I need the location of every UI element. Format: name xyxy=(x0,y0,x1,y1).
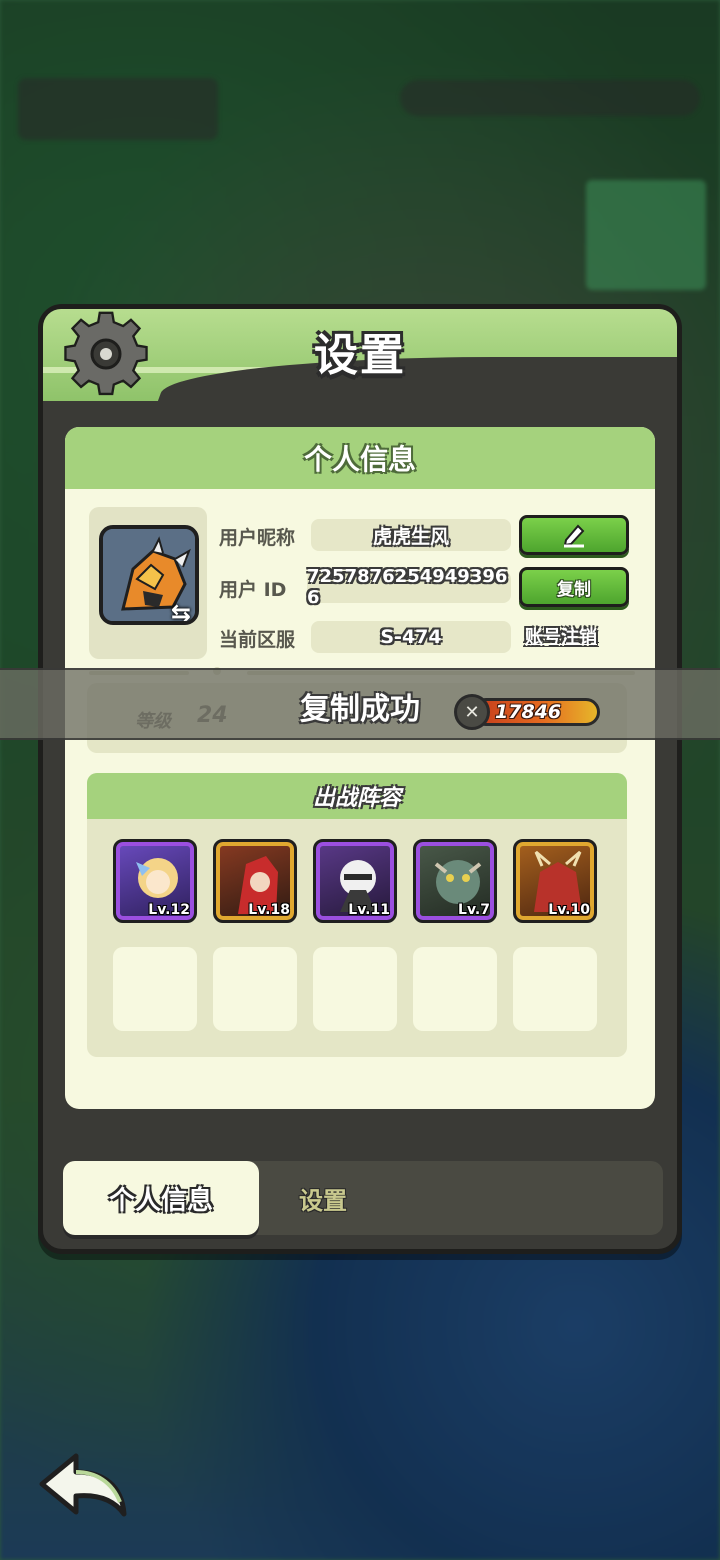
lineup-header: 出战阵容 xyxy=(87,773,627,819)
hero-card[interactable]: Lv.18 xyxy=(213,839,297,923)
hero-level: Lv.7 xyxy=(458,902,490,918)
hero-card[interactable]: Lv.7 xyxy=(413,839,497,923)
user-id-value: 7257876254949396​6 xyxy=(307,566,511,608)
profile-card: 个人信息 ⇆ 用户昵称 虎虎生风 用户 ID xyxy=(65,427,655,1109)
sword-icon: ✕ xyxy=(454,694,490,730)
power-badge: 17846 ✕ xyxy=(454,694,604,730)
avatar-frame[interactable]: ⇆ xyxy=(89,507,207,659)
back-arrow-icon xyxy=(39,1453,127,1517)
profile-section-header: 个人信息 xyxy=(65,427,655,489)
user-id-label: 用户 ID xyxy=(219,579,287,601)
tab-settings[interactable]: 设置 xyxy=(299,1181,439,1216)
nickname-value: 虎虎生风 xyxy=(311,519,511,551)
hero-level: Lv.11 xyxy=(348,902,390,918)
hero-card[interactable]: Lv.10 xyxy=(513,839,597,923)
hero-level: Lv.12 xyxy=(148,902,190,918)
pencil-icon xyxy=(563,524,585,548)
lineup-section: 出战阵容 Lv.12 Lv.18 Lv.11 Lv.7 Lv.10 xyxy=(87,773,627,1057)
empty-hero-slot[interactable] xyxy=(413,947,497,1031)
empty-hero-slot[interactable] xyxy=(513,947,597,1031)
blurred-currency-bar xyxy=(400,80,700,116)
power-value: 17846 xyxy=(472,698,600,726)
hero-row: Lv.12 Lv.18 Lv.11 Lv.7 Lv.10 xyxy=(113,839,597,923)
empty-hero-slot[interactable] xyxy=(313,947,397,1031)
hero-card[interactable]: Lv.11 xyxy=(313,839,397,923)
hero-level: Lv.18 xyxy=(248,902,290,918)
toast-message: 复制成功 xyxy=(300,692,420,727)
server-label: 当前区服 xyxy=(219,629,296,651)
tab-profile[interactable]: 个人信息 xyxy=(63,1161,259,1235)
hero-card[interactable]: Lv.12 xyxy=(113,839,197,923)
edit-nickname-button[interactable] xyxy=(519,515,629,555)
empty-hero-slot[interactable] xyxy=(213,947,297,1031)
hero-level: Lv.10 xyxy=(548,902,590,918)
empty-hero-slot[interactable] xyxy=(113,947,197,1031)
avatar[interactable]: ⇆ xyxy=(99,525,199,625)
copy-id-button[interactable]: 复制 xyxy=(519,567,629,607)
nickname-label: 用户昵称 xyxy=(219,527,296,549)
toast-copy-success: 复制成功 17846 ✕ xyxy=(0,668,720,740)
panel-title: 设置 xyxy=(314,330,406,381)
back-button[interactable] xyxy=(34,1448,134,1522)
cancel-account-link[interactable]: 账号注销 xyxy=(525,623,597,649)
swap-icon[interactable]: ⇆ xyxy=(171,599,195,621)
blurred-player-hud xyxy=(18,78,218,140)
blurred-minimap xyxy=(586,180,706,290)
tab-bar: 个人信息 设置 xyxy=(63,1161,663,1235)
settings-panel: 设置 个人信息 ⇆ 用户昵称 虎虎生风 用户 ID 72578762549493… xyxy=(38,304,682,1254)
empty-slot-row xyxy=(113,947,597,1031)
server-value: S-474 xyxy=(311,621,511,653)
